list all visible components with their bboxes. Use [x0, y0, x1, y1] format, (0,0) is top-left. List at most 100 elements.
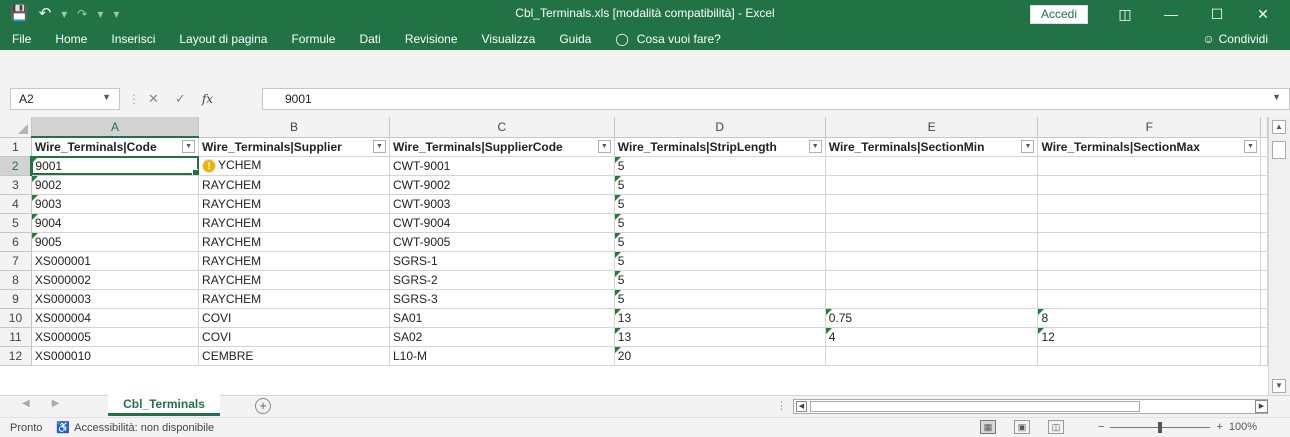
column-header-a[interactable]: A: [31, 117, 200, 138]
row-header[interactable]: 4: [0, 194, 32, 214]
zoom-slider[interactable]: [1110, 421, 1211, 433]
row-header[interactable]: 6: [0, 232, 32, 252]
undo-dropdown-icon[interactable]: ▾: [61, 3, 67, 25]
header-cell[interactable]: Wire_Terminals|Supplier ▼: [198, 137, 390, 157]
grid-cell[interactable]: [825, 346, 1039, 366]
grid-cell[interactable]: 5: [614, 156, 826, 176]
select-all-corner[interactable]: [0, 117, 32, 138]
tab-help[interactable]: Guida: [547, 28, 603, 50]
grid-cell[interactable]: 5: [614, 194, 826, 214]
grid-cell[interactable]: 5: [614, 175, 826, 195]
redo-icon[interactable]: ↷: [77, 3, 87, 25]
signin-button[interactable]: Accedi: [1030, 5, 1088, 24]
row-header[interactable]: 8: [0, 270, 32, 290]
grid-cell[interactable]: [825, 232, 1039, 252]
zoom-level[interactable]: 100%: [1229, 421, 1257, 433]
tab-insert[interactable]: Inserisci: [99, 28, 167, 50]
row-header[interactable]: 12: [0, 346, 32, 366]
formula-input[interactable]: 9001 ▼: [262, 88, 1290, 110]
grid-cell[interactable]: [1037, 213, 1261, 233]
header-cell[interactable]: Wire_Terminals|SectionMin ▼: [825, 137, 1039, 157]
grid-cell[interactable]: [1260, 175, 1268, 195]
tab-view[interactable]: Visualizza: [470, 28, 548, 50]
grid-cell[interactable]: ! YCHEM: [198, 156, 390, 176]
grid-cell[interactable]: [1260, 117, 1268, 138]
grid-cell[interactable]: [1037, 232, 1261, 252]
grid-cell[interactable]: XS000001: [31, 251, 200, 271]
zoom-slider-knob[interactable]: [1158, 421, 1163, 433]
name-box[interactable]: A2 ▼: [10, 88, 120, 110]
grid-cell[interactable]: XS000005: [31, 327, 200, 347]
column-header-c[interactable]: C: [389, 117, 615, 138]
grid-cell[interactable]: SGRS-2: [389, 270, 615, 290]
row-header[interactable]: 11: [0, 327, 32, 347]
grid-cell[interactable]: 9004: [31, 213, 200, 233]
tab-split-grip-icon[interactable]: ⋮: [776, 399, 787, 412]
redo-dropdown-icon[interactable]: ▾: [97, 3, 103, 25]
row-header[interactable]: 1: [0, 137, 32, 157]
grid-cell[interactable]: CWT-9004: [389, 213, 615, 233]
tab-data[interactable]: Dati: [347, 28, 392, 50]
filter-dropdown-icon[interactable]: ▼: [1021, 140, 1035, 153]
customize-qat-icon[interactable]: ▾: [113, 3, 119, 25]
grid-cell[interactable]: CWT-9005: [389, 232, 615, 252]
cancel-icon[interactable]: ✕: [148, 91, 159, 107]
grid-cell[interactable]: 13: [614, 327, 826, 347]
row-header[interactable]: 9: [0, 289, 32, 309]
scroll-left-icon[interactable]: ◀: [796, 401, 807, 412]
header-cell[interactable]: Wire_Terminals|SupplierCode ▼: [389, 137, 615, 157]
row-header[interactable]: 2: [0, 156, 33, 176]
page-break-view-icon[interactable]: ◫: [1048, 420, 1064, 434]
grid-cell[interactable]: [1260, 308, 1268, 328]
grid-cell[interactable]: SA01: [389, 308, 615, 328]
grid-cell[interactable]: [825, 289, 1039, 309]
save-icon[interactable]: 💾: [10, 3, 29, 25]
zoom-out-icon[interactable]: −: [1098, 421, 1104, 433]
grid-cell[interactable]: COVI: [198, 327, 390, 347]
grid-cell[interactable]: 5: [614, 251, 826, 271]
grid-cell[interactable]: [825, 194, 1039, 214]
grid-cell[interactable]: 9005: [31, 232, 200, 252]
grid-cell[interactable]: RAYCHEM: [198, 213, 390, 233]
grid-cell[interactable]: [1260, 289, 1268, 309]
grid-cell[interactable]: [1260, 270, 1268, 290]
undo-icon[interactable]: ↶: [39, 3, 52, 25]
maximize-icon[interactable]: ☐: [1194, 0, 1240, 28]
prev-sheet-icon[interactable]: ◀: [22, 398, 30, 409]
page-layout-view-icon[interactable]: ▣: [1014, 420, 1030, 434]
grid-cell[interactable]: XS000002: [31, 270, 200, 290]
grid-cell[interactable]: COVI: [198, 308, 390, 328]
filter-dropdown-icon[interactable]: ▼: [808, 140, 822, 153]
vertical-scrollbar[interactable]: ▲ ▼: [1268, 117, 1290, 395]
grid-cell[interactable]: RAYCHEM: [198, 289, 390, 309]
row-header[interactable]: 10: [0, 308, 32, 328]
grid-cell[interactable]: 5: [614, 289, 826, 309]
grid-cell[interactable]: RAYCHEM: [198, 232, 390, 252]
grid-cell[interactable]: XS000003: [31, 289, 200, 309]
filter-dropdown-icon[interactable]: ▼: [182, 140, 196, 154]
tab-formulas[interactable]: Formule: [279, 28, 347, 50]
grid-cell[interactable]: CWT-9003: [389, 194, 615, 214]
header-cell[interactable]: Wire_Terminals|SectionMax ▼: [1037, 137, 1261, 157]
grid-cell[interactable]: [825, 270, 1039, 290]
filter-dropdown-icon[interactable]: ▼: [597, 140, 611, 153]
grid-cell[interactable]: CWT-9002: [389, 175, 615, 195]
column-header-b[interactable]: B: [198, 117, 390, 138]
grid-cell[interactable]: 9001: [31, 156, 200, 176]
scroll-right-icon[interactable]: ▶: [1255, 400, 1268, 413]
grid-cell[interactable]: [1037, 194, 1261, 214]
grid-cell[interactable]: 5: [614, 232, 826, 252]
grid-cell[interactable]: [825, 213, 1039, 233]
grid-cell[interactable]: 4: [825, 327, 1039, 347]
grid-cell[interactable]: SGRS-1: [389, 251, 615, 271]
grid-cell[interactable]: [1260, 251, 1268, 271]
grid-cell[interactable]: SGRS-3: [389, 289, 615, 309]
zoom-in-icon[interactable]: +: [1216, 421, 1222, 433]
header-cell[interactable]: Wire_Terminals|StripLength ▼: [614, 137, 826, 157]
tab-file[interactable]: File: [0, 28, 43, 50]
expand-formula-bar-icon[interactable]: ▼: [1272, 92, 1281, 102]
grid-cell[interactable]: [1037, 251, 1261, 271]
grid-cell[interactable]: [1037, 346, 1261, 366]
grid-cell[interactable]: 5: [614, 213, 826, 233]
grid-cell[interactable]: XS000010: [31, 346, 200, 366]
